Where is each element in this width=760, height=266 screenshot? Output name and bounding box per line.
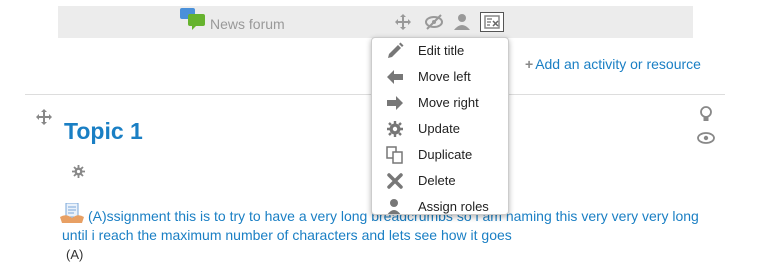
menu-item-label: Delete <box>418 173 456 188</box>
plus-icon: + <box>525 56 534 72</box>
menu-item-edit-title[interactable]: Edit title <box>372 38 508 64</box>
duplicate-icon <box>386 146 403 164</box>
menu-item-update[interactable]: Update <box>372 116 508 142</box>
arrow-right-icon <box>387 96 403 110</box>
delete-icon <box>387 173 403 189</box>
menu-item-duplicate[interactable]: Duplicate <box>372 142 508 168</box>
visibility-eye-icon[interactable] <box>697 131 715 150</box>
user-icon <box>387 199 401 214</box>
arrow-left-icon <box>387 70 403 84</box>
edit-dropdown-menu: Edit title Move left Move right Update D… <box>371 37 509 215</box>
add-activity-link[interactable]: + Add an activity or resource <box>525 56 701 72</box>
move-icon[interactable] <box>395 14 411 35</box>
group-mode-icon[interactable] <box>453 14 471 35</box>
hide-icon[interactable] <box>425 14 443 35</box>
menu-item-label: Update <box>418 121 460 136</box>
highlight-icon[interactable] <box>699 106 713 127</box>
section-settings-gear-icon[interactable] <box>72 165 85 183</box>
add-activity-label: Add an activity or resource <box>535 56 701 72</box>
edit-menu-icon[interactable] <box>480 12 504 37</box>
gear-icon <box>387 121 403 137</box>
menu-item-delete[interactable]: Delete <box>372 168 508 194</box>
availability-label: (A) <box>66 247 84 262</box>
pencil-icon <box>388 42 404 58</box>
menu-item-label: Move left <box>418 69 471 84</box>
menu-item-assign-roles[interactable]: Assign roles <box>372 194 508 214</box>
menu-item-label: Move right <box>418 95 479 110</box>
section-move-icon[interactable] <box>36 109 52 130</box>
menu-item-move-right[interactable]: Move right <box>372 90 508 116</box>
menu-item-move-left[interactable]: Move left <box>372 64 508 90</box>
menu-item-label: Duplicate <box>418 147 473 162</box>
news-forum-link[interactable]: News forum <box>210 16 285 32</box>
menu-item-label: Edit title <box>418 43 465 58</box>
menu-item-label: Assign roles <box>418 199 489 214</box>
topic-title[interactable]: Topic 1 <box>64 118 143 145</box>
news-forum-row <box>58 6 693 38</box>
forum-icon <box>180 8 206 35</box>
